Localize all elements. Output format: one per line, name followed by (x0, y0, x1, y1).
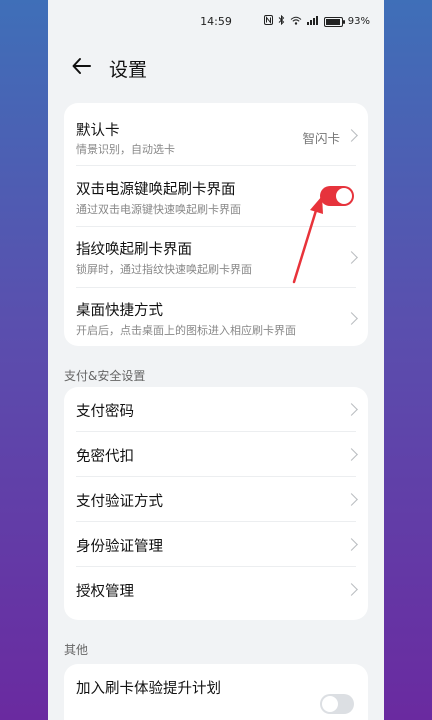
fingerprint-desc: 锁屏时，通过指纹快速唤起刷卡界面 (76, 263, 252, 276)
authorization-label: 授权管理 (76, 584, 134, 600)
shortcut-desc: 开启后，点击桌面上的图标进入相应刷卡界面 (76, 324, 296, 337)
chevron-right-icon (345, 403, 358, 416)
card-swipe-settings: 默认卡 情景识别，自动选卡 智闪卡 双击电源键唤起刷卡界面 通过双击电源键快速唤… (64, 103, 368, 346)
identity-verify-row[interactable]: 身份验证管理 (76, 522, 358, 567)
status-bar: 14:59 93% (48, 0, 384, 44)
chevron-right-icon (345, 129, 358, 142)
default-card-value: 智闪卡 (302, 131, 340, 146)
desktop-shortcut-row[interactable]: 桌面快捷方式 开启后，点击桌面上的图标进入相应刷卡界面 (76, 288, 358, 348)
chevron-right-icon (345, 448, 358, 461)
double-click-toggle[interactable] (320, 186, 354, 206)
page-title: 设置 (109, 59, 148, 81)
password-free-row[interactable]: 免密代扣 (76, 432, 358, 477)
battery-percent: 93% (347, 16, 370, 27)
fingerprint-row[interactable]: 指纹唤起刷卡界面 锁屏时，通过指纹快速唤起刷卡界面 (76, 227, 358, 288)
page-header: 设置 (48, 50, 384, 86)
default-card-desc: 情景识别，自动选卡 (76, 143, 175, 156)
section-title-payment: 支付&安全设置 (64, 369, 146, 383)
experience-plan-row: 加入刷卡体验提升计划 (76, 664, 356, 714)
fingerprint-label: 指纹唤起刷卡界面 (76, 242, 192, 258)
double-click-power-row: 双击电源键唤起刷卡界面 通过双击电源键快速唤起刷卡界面 (76, 166, 356, 227)
battery-icon (323, 16, 345, 27)
phone-screen: 14:59 93% 设置 默认卡 情景识别，自动选卡 智闪卡 双击电源键唤起刷卡… (48, 0, 384, 720)
wifi-icon (290, 16, 302, 28)
identity-verify-label: 身份验证管理 (76, 539, 163, 555)
nfc-icon (263, 15, 273, 28)
payment-password-row[interactable]: 支付密码 (76, 387, 358, 432)
payment-verify-row[interactable]: 支付验证方式 (76, 477, 358, 522)
signal-icon (306, 15, 319, 28)
card-payment-security: 支付密码 免密代扣 支付验证方式 身份验证管理 授权管理 (64, 387, 368, 620)
chevron-right-icon (345, 493, 358, 506)
chevron-right-icon (345, 312, 358, 325)
toggle-knob (336, 188, 352, 204)
card-other: 加入刷卡体验提升计划 (64, 664, 368, 720)
password-free-label: 免密代扣 (76, 449, 134, 465)
default-card-row[interactable]: 默认卡 情景识别，自动选卡 智闪卡 (76, 103, 358, 166)
double-click-label: 双击电源键唤起刷卡界面 (76, 182, 236, 198)
chevron-right-icon (345, 583, 358, 596)
authorization-row[interactable]: 授权管理 (76, 567, 358, 611)
chevron-right-icon (345, 251, 358, 264)
chevron-right-icon (345, 538, 358, 551)
default-card-label: 默认卡 (76, 123, 120, 139)
section-title-other: 其他 (64, 643, 89, 657)
experience-plan-label: 加入刷卡体验提升计划 (76, 681, 221, 697)
toggle-knob (322, 696, 338, 712)
bluetooth-icon (278, 14, 285, 28)
payment-password-label: 支付密码 (76, 404, 134, 420)
payment-verify-label: 支付验证方式 (76, 494, 163, 510)
status-icons: 93% (263, 14, 370, 28)
double-click-desc: 通过双击电源键快速唤起刷卡界面 (76, 203, 241, 216)
shortcut-label: 桌面快捷方式 (76, 303, 163, 319)
experience-plan-toggle[interactable] (320, 694, 354, 714)
back-arrow-icon[interactable] (70, 54, 94, 78)
